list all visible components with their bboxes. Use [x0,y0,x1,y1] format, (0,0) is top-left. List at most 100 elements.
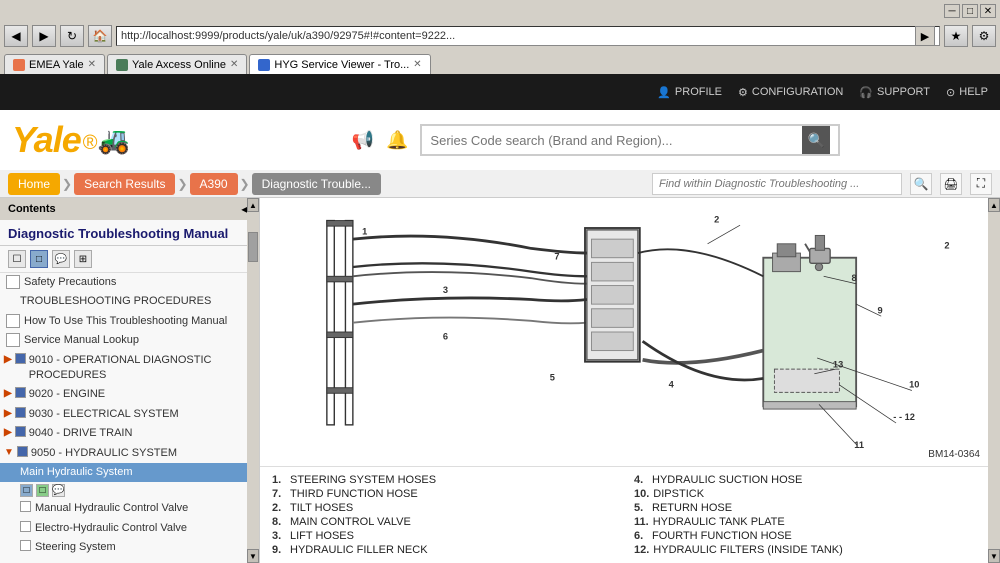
configuration-link[interactable]: ⚙ CONFIGURATION [738,86,843,99]
sidebar-item-electro-hydraulic[interactable]: Electro-Hydraulic Control Valve [0,519,259,538]
sub-icon-2[interactable]: □ [36,484,49,497]
close-button[interactable]: ✕ [980,4,996,18]
breadcrumb-bar: Home ❯ Search Results ❯ A390 ❯ Diagnosti… [0,170,1000,198]
search-in-doc-button[interactable]: 🔍 [910,173,932,195]
sub-icon-1[interactable]: □ [20,484,33,497]
page-icon [20,501,31,512]
home-button[interactable]: 🏠 [88,25,112,47]
yale-logo-symbol: ®🚜 [83,125,130,156]
maximize-button[interactable]: □ [962,4,978,18]
sidebar-item-steering[interactable]: Steering System [0,538,259,557]
toolbar-icon-3[interactable]: 💬 [52,250,70,268]
expand-arrow-9040: ▶ [4,426,12,440]
sidebar: Contents ◀ Diagnostic Troubleshooting Ma… [0,198,260,563]
print-button[interactable]: 🖨 [940,173,962,195]
diagram-area: 1 2 2 3 4 5 6 7 8 9 10 [260,198,988,466]
favorites-button[interactable]: ★ [944,25,968,47]
tab-hyg-service[interactable]: HYG Service Viewer - Tro... ✕ [249,54,430,74]
svg-text:- - 12: - - 12 [893,412,915,422]
sidebar-title: Contents [8,203,56,215]
tab-favicon [116,59,128,71]
profile-link[interactable]: 👤 PROFILE [657,86,722,99]
find-input[interactable] [652,173,902,195]
svg-text:2: 2 [944,240,949,250]
tools-button[interactable]: ⚙ [972,25,996,47]
section-icon-9050 [17,446,28,457]
toolbar-icon-4[interactable]: ⊞ [74,250,92,268]
series-search-input[interactable] [430,133,802,148]
sidebar-item-manual-hydraulic[interactable]: Manual Hydraulic Control Valve [0,499,259,518]
gear-icon: ⚙ [738,86,748,99]
svg-text:4: 4 [669,380,675,390]
tab-close-icon[interactable]: ✕ [88,59,96,70]
sidebar-item-9030[interactable]: ▶ 9030 - ELECTRICAL SYSTEM [0,405,259,424]
scroll-up-button[interactable]: ▲ [247,198,259,212]
sidebar-item-troubleshooting-proc[interactable]: TROUBLESHOOTING PROCEDURES [0,292,259,311]
sub-icon-3[interactable]: 💬 [52,484,65,497]
sidebar-item-9010[interactable]: ▶ 9010 - OPERATIONAL DIAGNOSTIC PROCEDUR… [0,351,259,386]
manual-title: Diagnostic Troubleshooting Manual [0,220,259,246]
back-button[interactable]: ◀ [4,25,28,47]
part-row-5: 3. LIFT HOSES [272,529,614,543]
expand-button[interactable]: ⛶ [970,173,992,195]
sidebar-item-9020[interactable]: ▶ 9020 - ENGINE [0,385,259,404]
section-icon-9040 [15,426,26,437]
right-scroll-track[interactable] [988,212,1000,549]
forward-button[interactable]: ▶ [32,25,56,47]
scroll-down-button[interactable]: ▼ [247,549,259,563]
series-search-box[interactable]: 🔍 [420,124,840,156]
support-link[interactable]: 🎧 SUPPORT [859,86,930,99]
right-scroll-down-button[interactable]: ▼ [988,549,1000,563]
sidebar-item-main-hydraulic[interactable]: Main Hydraulic System [0,463,259,482]
main-layout: Contents ◀ Diagnostic Troubleshooting Ma… [0,198,1000,563]
tab-yale-axcess[interactable]: Yale Axcess Online ✕ [107,54,247,74]
page-icon [6,314,20,328]
help-link[interactable]: ⊙ HELP [946,86,988,99]
refresh-button[interactable]: ↻ [60,25,84,47]
tab-close-icon[interactable]: ✕ [413,59,421,70]
scroll-thumb[interactable] [248,232,258,262]
breadcrumb-home[interactable]: Home [8,173,60,195]
go-button[interactable]: ▶ [915,26,935,46]
tab-emea-yale[interactable]: EMEA Yale ✕ [4,54,105,74]
right-scroll-up-button[interactable]: ▲ [988,198,1000,212]
toolbar-icon-1[interactable]: ☐ [8,250,26,268]
speaker-icon[interactable]: 📢 [352,130,374,151]
address-bar[interactable]: http://localhost:9999/products/yale/uk/a… [116,26,940,46]
part-row-12: 12. HYDRAULIC FILTERS (INSIDE TANK) [634,543,976,557]
breadcrumb-a390[interactable]: A390 [190,173,238,195]
sidebar-item-how-to[interactable]: How To Use This Troubleshooting Manual [0,312,259,331]
breadcrumb-search-results[interactable]: Search Results [74,173,175,195]
hydraulic-diagram: 1 2 2 3 4 5 6 7 8 9 10 [264,202,984,462]
headset-icon: 🎧 [859,86,873,99]
part-row-2: 7. THIRD FUNCTION HOSE [272,487,614,501]
minimize-button[interactable]: ─ [944,4,960,18]
sidebar-item-9050[interactable]: ▼ 9050 - HYDRAULIC SYSTEM [0,444,259,463]
sidebar-item-service-lookup[interactable]: Service Manual Lookup [0,331,259,350]
scroll-track[interactable] [247,212,259,549]
toolbar-icon-2[interactable]: □ [30,250,48,268]
page-icon [20,540,31,551]
sidebar-item-9040[interactable]: ▶ 9040 - DRIVE TRAIN [0,424,259,443]
sidebar-item-operational-check[interactable]: Operational Check [0,557,259,558]
tab-close-icon[interactable]: ✕ [230,59,238,70]
sidebar-item-safety[interactable]: Safety Precautions [0,273,259,292]
yale-logo-text: Yale [12,119,81,161]
bell-icon[interactable]: 🔔 [386,130,408,151]
expand-arrow-9010: ▶ [4,353,12,367]
svg-text:10: 10 [909,380,919,390]
tabs-bar: EMEA Yale ✕ Yale Axcess Online ✕ HYG Ser… [0,50,1000,74]
svg-text:9: 9 [878,305,883,315]
breadcrumb-right: 🔍 🖨 ⛶ [652,173,992,195]
sidebar-content: Safety Precautions TROUBLESHOOTING PROCE… [0,273,259,558]
parts-grid: 1. STEERING SYSTEM HOSES 7. THIRD FUNCTI… [272,473,976,557]
part-row-9: 5. RETURN HOSE [634,501,976,515]
nav-bar: ◀ ▶ ↻ 🏠 http://localhost:9999/products/y… [0,22,1000,50]
part-row-10: 11. HYDRAULIC TANK PLATE [634,515,976,529]
expand-arrow-9030: ▶ [4,407,12,421]
breadcrumb-diagnostic[interactable]: Diagnostic Trouble... [252,173,381,195]
search-button[interactable]: 🔍 [802,126,830,154]
yale-logo: Yale ®🚜 [12,119,192,161]
app-header: 👤 PROFILE ⚙ CONFIGURATION 🎧 SUPPORT ⊙ HE… [0,74,1000,110]
diagram-label: BM14-0364 [928,449,980,460]
